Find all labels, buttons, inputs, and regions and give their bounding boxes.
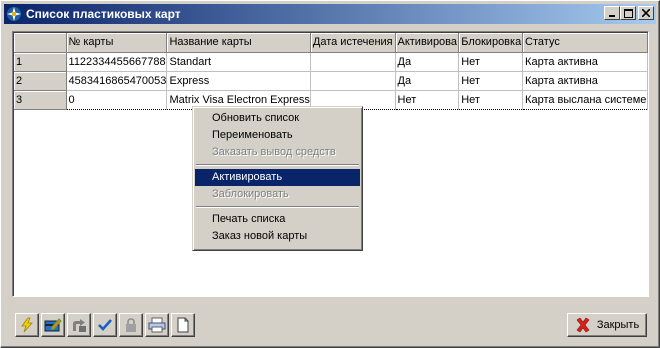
lock-icon — [126, 318, 136, 332]
plastic-cards-window: Список пластиковых карт № карты Название… — [0, 0, 660, 348]
header-row: № карты Название карты Дата истечения Ак… — [14, 33, 648, 53]
column-header-blocked[interactable]: Блокировка — [458, 33, 524, 53]
printer-icon — [148, 317, 166, 333]
card-number-cell[interactable]: 0 — [65, 89, 168, 110]
row-number: 3 — [14, 90, 67, 110]
column-header-card-name[interactable]: Название карты — [166, 33, 311, 53]
edit-card-button[interactable] — [41, 313, 65, 337]
column-header-card-number[interactable]: № карты — [66, 33, 168, 53]
card-name-cell[interactable]: Standart — [166, 52, 311, 72]
minimize-button[interactable] — [604, 6, 620, 20]
activated-cell[interactable]: Нет — [395, 89, 460, 110]
card-number-cell[interactable]: 1122334455667788 — [66, 52, 168, 72]
menu-item-block: Заблокировать — [212, 188, 289, 200]
menu-separator — [195, 161, 360, 169]
row-number: 2 — [14, 71, 67, 91]
lightning-icon — [21, 317, 33, 333]
card-number-cell[interactable]: 4583416865470053 — [66, 71, 168, 91]
blocked-cell[interactable]: Нет — [458, 71, 524, 91]
table-row[interactable]: 2 4583416865470053 Express Да Нет Карта … — [14, 71, 648, 91]
new-document-icon — [177, 317, 189, 333]
confirm-button[interactable] — [93, 313, 117, 337]
transfer-button[interactable] — [67, 313, 91, 337]
lightning-button[interactable] — [15, 313, 39, 337]
toolbar — [15, 313, 197, 337]
column-header-activated[interactable]: Активирова — [395, 33, 460, 53]
context-menu: Обновить список Переименовать Заказать в… — [192, 106, 363, 251]
menu-item-print-list[interactable]: Печать списка — [195, 211, 360, 228]
activated-cell[interactable]: Да — [395, 52, 460, 72]
close-dialog-button[interactable]: Закрыть — [567, 313, 647, 337]
expiry-date-cell[interactable] — [310, 71, 396, 91]
blocked-cell[interactable]: Нет — [458, 52, 524, 72]
menu-item-order-withdrawal: Заказать вывод средств — [212, 146, 336, 158]
cards-table: № карты Название карты Дата истечения Ак… — [14, 33, 648, 110]
close-red-x-icon — [576, 317, 590, 333]
status-cell[interactable]: Карта активна — [522, 71, 648, 91]
status-cell[interactable]: Карта активна — [522, 52, 648, 72]
close-button-label: Закрыть — [596, 319, 640, 331]
status-cell[interactable]: Карта выслана системе — [522, 89, 648, 110]
blocked-cell[interactable]: Нет — [458, 89, 524, 110]
close-icon — [642, 9, 650, 17]
minimize-icon — [609, 15, 615, 17]
menu-item-order-new-card[interactable]: Заказ новой карты — [195, 228, 360, 245]
app-star-icon — [7, 7, 21, 21]
close-window-button[interactable] — [638, 6, 654, 20]
activated-cell[interactable]: Да — [395, 71, 460, 91]
column-header-status[interactable]: Статус — [522, 33, 648, 53]
maximize-button[interactable] — [620, 6, 636, 20]
menu-item-refresh-list[interactable]: Обновить список — [195, 110, 360, 127]
menu-item-activate[interactable]: Активировать — [195, 169, 360, 186]
expiry-date-cell[interactable] — [310, 52, 396, 72]
checkmark-icon — [98, 319, 112, 331]
card-name-cell[interactable]: Express — [166, 71, 311, 91]
menu-separator — [195, 203, 360, 211]
column-header-corner — [14, 33, 67, 53]
column-header-expiry-date[interactable]: Дата истечения — [310, 33, 396, 53]
lock-button[interactable] — [119, 313, 143, 337]
print-button[interactable] — [145, 313, 169, 337]
new-document-button[interactable] — [171, 313, 195, 337]
row-number: 1 — [14, 52, 67, 72]
edit-card-icon — [44, 318, 62, 332]
menu-item-rename[interactable]: Переименовать — [195, 127, 360, 144]
title-bar[interactable]: Список пластиковых карт — [4, 4, 656, 24]
transfer-icon — [73, 319, 86, 332]
table-row[interactable]: 1 1122334455667788 Standart Да Нет Карта… — [14, 52, 648, 72]
maximize-icon — [623, 8, 633, 18]
window-title: Список пластиковых карт — [26, 7, 181, 21]
